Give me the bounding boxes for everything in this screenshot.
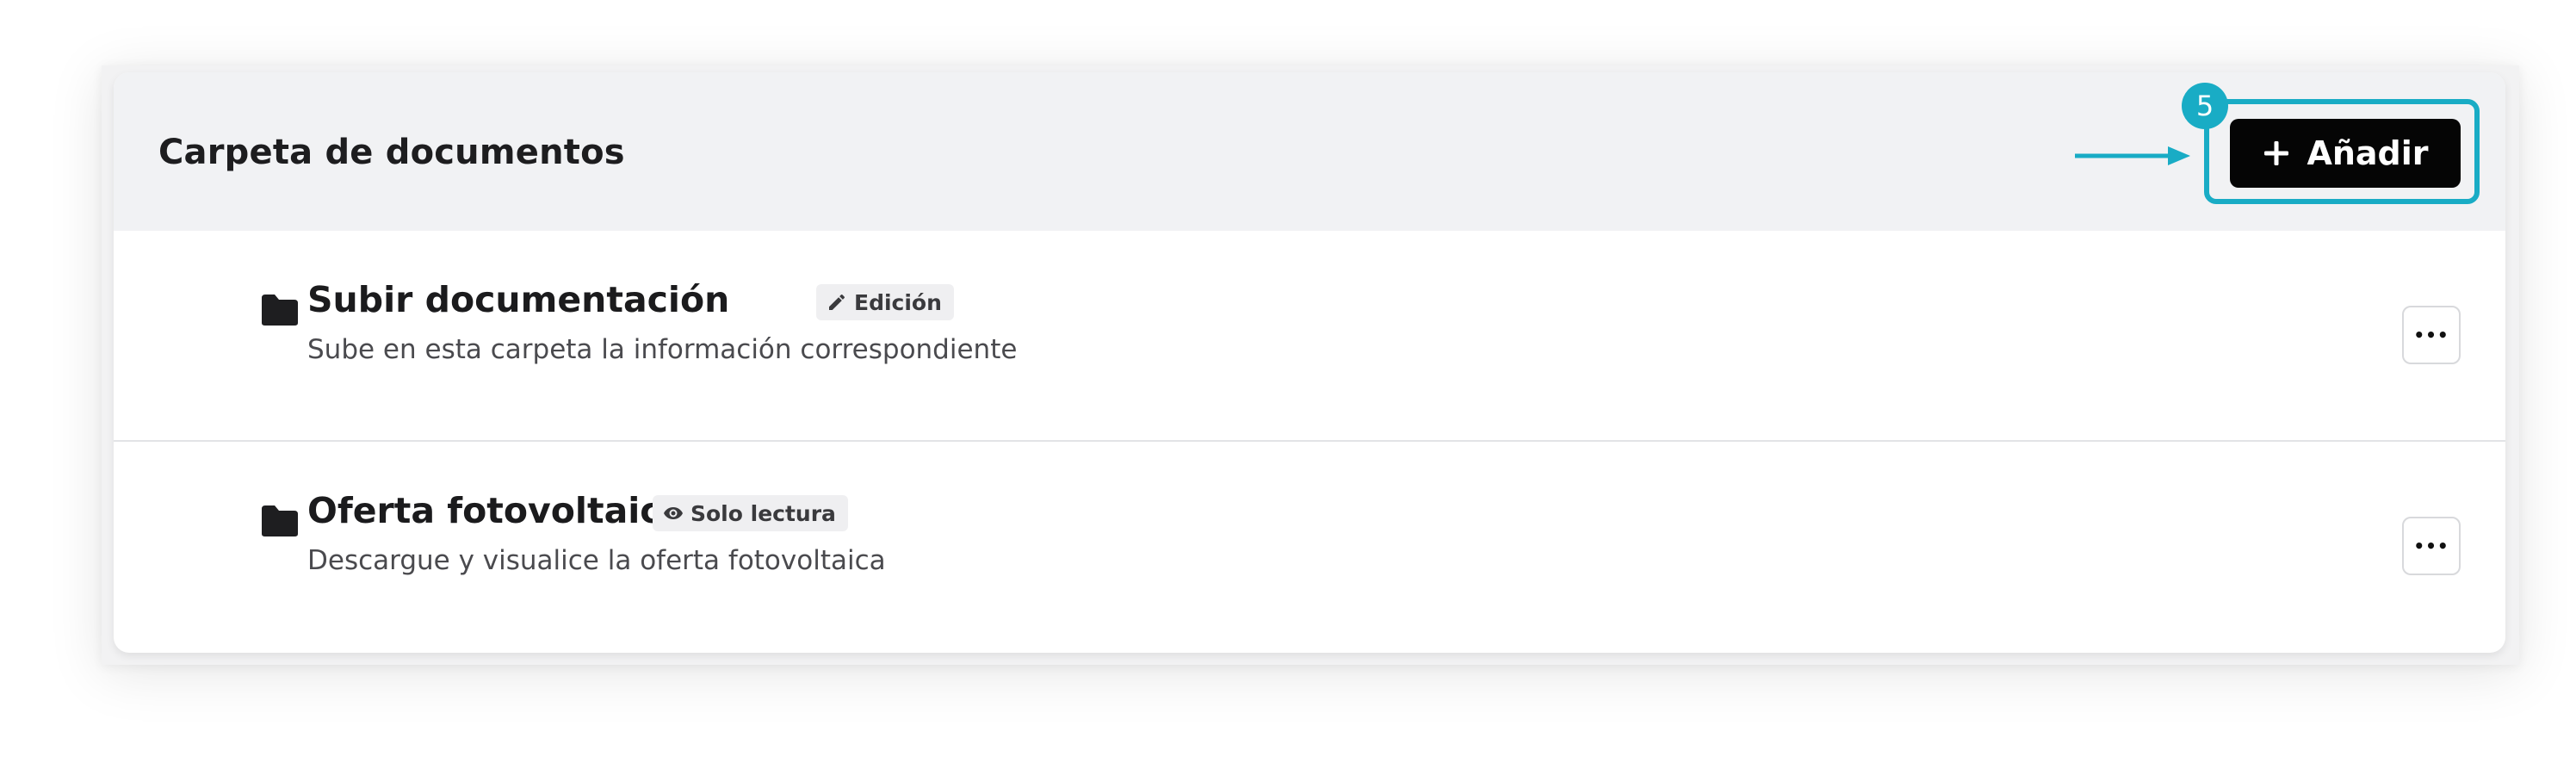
eye-icon	[664, 507, 683, 519]
folder-icon	[262, 505, 298, 536]
folder-title[interactable]: Subir documentación	[307, 279, 729, 320]
folder-row[interactable]: Oferta fotovoltaica Solo lectura Descarg…	[114, 442, 2505, 653]
add-button[interactable]: Añadir	[2230, 119, 2461, 188]
step-number-badge: 5	[2182, 83, 2228, 129]
folder-description: Descargue y visualice la oferta fotovolt…	[307, 545, 886, 576]
ellipsis-icon: •••	[2413, 325, 2449, 345]
pencil-icon	[829, 294, 845, 310]
permission-badge: Edición	[816, 284, 954, 320]
badge-label: Solo lectura	[690, 500, 836, 526]
ellipsis-icon: •••	[2413, 536, 2449, 556]
badge-label: Edición	[854, 289, 942, 315]
folder-title[interactable]: Oferta fotovoltaica	[307, 490, 684, 531]
pointer-arrow-icon	[2075, 146, 2190, 165]
folder-description: Sube en esta carpeta la información corr…	[307, 334, 1018, 365]
more-options-button[interactable]: •••	[2402, 517, 2461, 575]
folder-icon	[262, 295, 298, 326]
more-options-button[interactable]: •••	[2402, 306, 2461, 364]
card-title: Carpeta de documentos	[158, 133, 625, 172]
folder-row[interactable]: Subir documentación Edición Sube en esta…	[114, 231, 2505, 442]
plus-icon	[2264, 141, 2289, 165]
folder-list: Subir documentación Edición Sube en esta…	[114, 231, 2505, 653]
permission-badge: Solo lectura	[653, 495, 848, 531]
add-button-label: Añadir	[2307, 134, 2429, 172]
